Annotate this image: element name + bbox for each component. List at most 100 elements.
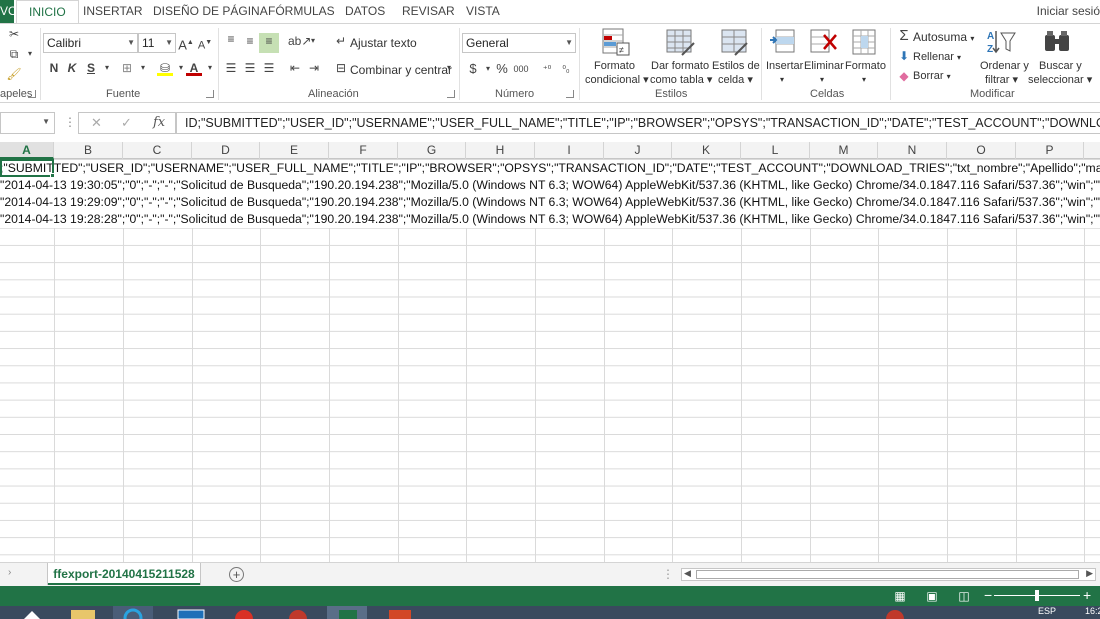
find-select-label-1[interactable]: Buscar y bbox=[1039, 59, 1082, 73]
format-as-table-label-1[interactable]: Dar formato bbox=[651, 59, 709, 73]
insert-button[interactable]: Insertar bbox=[766, 59, 803, 73]
table-row[interactable]: ;"SUBMITTED";"USER_ID";"USERNAME";"USER_… bbox=[0, 160, 1100, 177]
font-launcher-icon[interactable] bbox=[206, 90, 214, 98]
number-launcher-icon[interactable] bbox=[566, 90, 574, 98]
sort-filter-label-1[interactable]: Ordenar y bbox=[980, 59, 1029, 73]
table-row[interactable]: "2014-04-13 19:29:09";"0";"-";"-";"Solic… bbox=[0, 194, 1100, 211]
powerpoint-icon[interactable] bbox=[381, 606, 421, 619]
cell-styles-label-2[interactable]: celda ▾ bbox=[718, 73, 753, 87]
find-select-icon[interactable] bbox=[1041, 27, 1073, 57]
zoom-out-icon[interactable]: − bbox=[984, 587, 992, 603]
column-header-m[interactable]: M bbox=[810, 142, 878, 159]
percent-button[interactable]: % bbox=[494, 61, 510, 77]
decrease-indent-icon[interactable]: ⇤ bbox=[287, 60, 303, 76]
borders-dropdown-icon[interactable]: ▾ bbox=[135, 60, 151, 76]
wrap-text-button[interactable]: Ajustar texto bbox=[350, 36, 417, 50]
file-explorer-icon[interactable] bbox=[63, 606, 103, 619]
table-row[interactable]: "2014-04-13 19:28:28";"0";"-";"-";"Solic… bbox=[0, 211, 1100, 228]
font-size-select[interactable]: 11 ▼ bbox=[138, 33, 176, 53]
borders-icon[interactable]: ⊞ bbox=[119, 60, 135, 76]
insert-function-icon[interactable]: fx bbox=[153, 115, 165, 130]
fill-icon[interactable]: ⬇ bbox=[896, 48, 912, 64]
clipboard-launcher-icon[interactable] bbox=[28, 90, 36, 98]
table-row[interactable]: "2014-04-13 19:30:05";"0";"-";"-";"Solic… bbox=[0, 177, 1100, 194]
clock[interactable]: 16:2 bbox=[1085, 606, 1100, 616]
language-indicator[interactable]: ESP bbox=[1038, 606, 1056, 616]
wrap-text-icon[interactable]: ↵ bbox=[333, 33, 349, 49]
scroll-split-grip-icon[interactable]: ⋮ bbox=[662, 567, 674, 581]
add-sheet-icon[interactable]: + bbox=[229, 567, 244, 582]
format-dropdown-icon[interactable]: ▾ bbox=[862, 73, 866, 87]
format-as-table-label-2[interactable]: como tabla ▾ bbox=[650, 73, 712, 87]
delete-dropdown-icon[interactable]: ▾ bbox=[820, 73, 824, 87]
clear-button[interactable]: Borrar ▾ bbox=[913, 69, 951, 84]
increase-indent-icon[interactable]: ⇥ bbox=[306, 60, 322, 76]
sort-filter-label-2[interactable]: filtrar ▾ bbox=[985, 73, 1018, 87]
font-color-dropdown-icon[interactable]: ▾ bbox=[202, 60, 218, 76]
page-break-view-icon[interactable]: ◫ bbox=[957, 589, 971, 603]
column-header-g[interactable]: G bbox=[398, 142, 466, 159]
bold-button[interactable]: N bbox=[46, 60, 62, 76]
tab-file[interactable]: VO bbox=[0, 0, 14, 23]
zoom-in-icon[interactable]: + bbox=[1083, 587, 1091, 603]
tab-datos[interactable]: DATOS bbox=[345, 0, 385, 23]
scroll-right-icon[interactable]: ▶ bbox=[1086, 568, 1093, 579]
decrease-font-icon[interactable]: A▼ bbox=[197, 35, 213, 52]
align-left-icon[interactable]: ☰ bbox=[223, 60, 239, 76]
alignment-launcher-icon[interactable] bbox=[447, 90, 455, 98]
font-name-select[interactable]: Calibri ▼ bbox=[43, 33, 138, 53]
orientation-dropdown-icon[interactable]: ▾ bbox=[305, 33, 321, 49]
decrease-decimal-icon[interactable]: ⁰₀ bbox=[558, 61, 574, 77]
orientation-icon[interactable]: ab↗ bbox=[288, 33, 311, 49]
column-header-c[interactable]: C bbox=[123, 142, 192, 159]
format-painter-icon[interactable]: 🖌 bbox=[6, 66, 22, 82]
column-header-o[interactable]: O bbox=[947, 142, 1016, 159]
fill-handle[interactable] bbox=[50, 173, 55, 178]
align-bottom-icon[interactable]: ≡ bbox=[259, 33, 279, 53]
conditional-format-label-1[interactable]: Formato bbox=[594, 59, 635, 73]
cell-styles-label-1[interactable]: Estilos de bbox=[712, 59, 760, 73]
align-center-icon[interactable]: ☰ bbox=[242, 60, 258, 76]
clear-icon[interactable]: ◆ bbox=[896, 68, 912, 84]
autosum-icon[interactable]: Σ bbox=[896, 28, 912, 44]
underline-button[interactable]: S bbox=[83, 60, 99, 76]
column-header-n[interactable]: N bbox=[878, 142, 947, 159]
thousands-button[interactable]: 000 bbox=[513, 61, 529, 77]
column-header-k[interactable]: K bbox=[672, 142, 741, 159]
align-middle-icon[interactable]: ≡ bbox=[242, 33, 258, 49]
column-header-a[interactable]: A bbox=[0, 142, 54, 159]
merge-center-icon[interactable]: ⊟ bbox=[333, 60, 349, 76]
underline-dropdown-icon[interactable]: ▾ bbox=[99, 60, 115, 76]
tray-app-icon[interactable] bbox=[880, 606, 910, 619]
zoom-slider-knob[interactable] bbox=[1035, 590, 1039, 601]
merge-center-button[interactable]: Combinar y centrar bbox=[350, 63, 452, 77]
page-layout-view-icon[interactable]: ▣ bbox=[925, 589, 939, 603]
sheet-nav-arrow-icon[interactable]: › bbox=[8, 567, 11, 578]
column-header-j[interactable]: J bbox=[604, 142, 672, 159]
copy-icon[interactable]: ⧉ bbox=[6, 46, 22, 62]
chrome-icon[interactable] bbox=[224, 606, 264, 619]
sheet-tab[interactable]: ffexport-20140415211528 bbox=[48, 563, 200, 585]
normal-view-icon[interactable]: ▦ bbox=[893, 589, 907, 603]
enter-icon[interactable]: ✓ bbox=[121, 115, 132, 131]
currency-button[interactable]: $ bbox=[465, 61, 481, 77]
excel-icon[interactable] bbox=[327, 606, 367, 619]
delete-cells-icon[interactable] bbox=[808, 27, 840, 57]
number-format-select[interactable]: General ▼ bbox=[462, 33, 576, 53]
sort-filter-icon[interactable]: A Z bbox=[986, 27, 1018, 57]
app-icon[interactable] bbox=[170, 606, 210, 619]
copy-dropdown-icon[interactable]: ▾ bbox=[22, 46, 38, 62]
tab-inicio[interactable]: INICIO bbox=[16, 0, 79, 24]
italic-button[interactable]: K bbox=[64, 60, 80, 76]
scroll-left-icon[interactable]: ◀ bbox=[684, 568, 691, 579]
sign-in-link[interactable]: Iniciar sesió bbox=[1037, 0, 1100, 23]
formula-bar-grip-icon[interactable]: ⋮ bbox=[64, 115, 76, 129]
conditional-format-label-2[interactable]: condicional ▾ bbox=[585, 73, 649, 87]
delete-button[interactable]: Eliminar bbox=[804, 59, 844, 73]
scrollbar-thumb[interactable] bbox=[696, 570, 1079, 579]
column-header-i[interactable]: I bbox=[535, 142, 604, 159]
format-cells-icon[interactable] bbox=[849, 27, 881, 57]
horizontal-scrollbar[interactable]: ◀ ▶ bbox=[681, 568, 1096, 581]
tab-diseno-pagina[interactable]: DISEÑO DE PÁGINA bbox=[153, 0, 268, 23]
column-header-h[interactable]: H bbox=[466, 142, 535, 159]
